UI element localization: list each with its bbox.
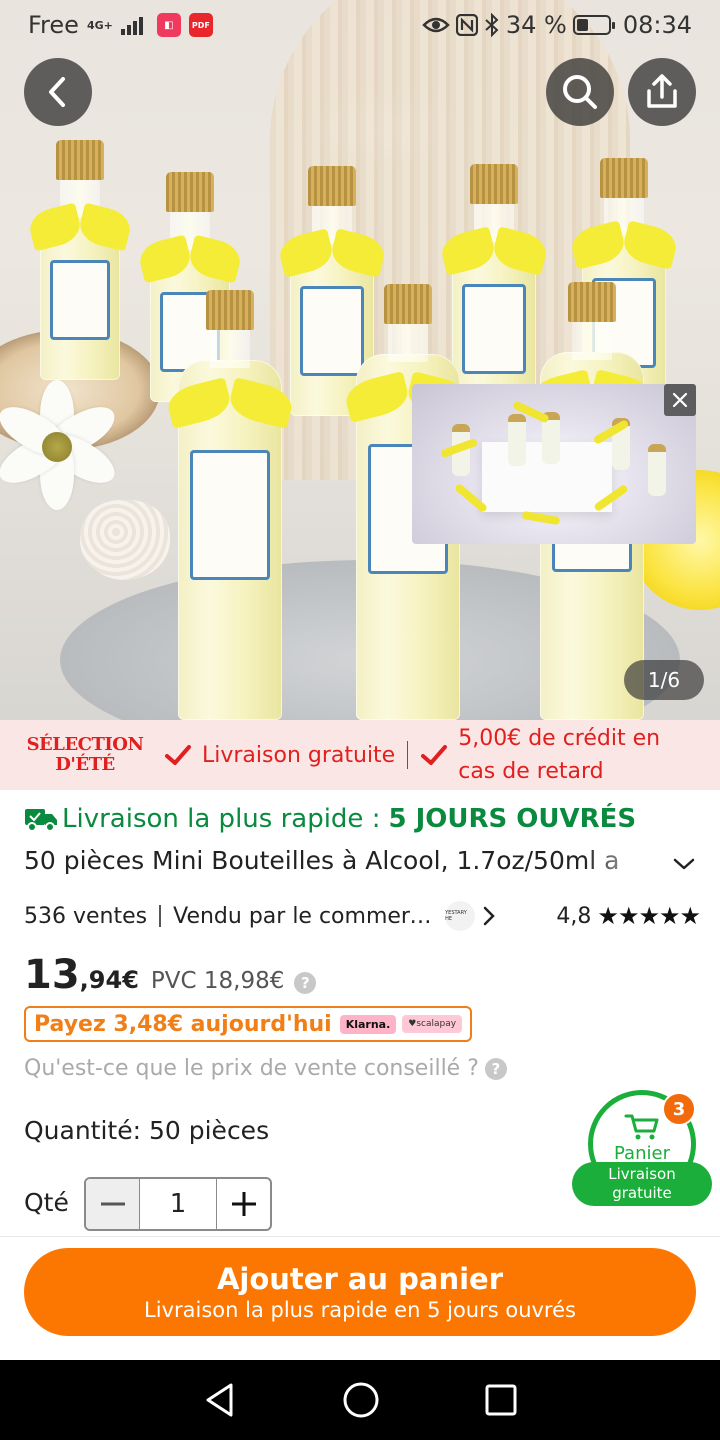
seller-logo[interactable]: YESTARY HE xyxy=(445,901,476,931)
seller-link[interactable]: Vendu par le commerç… xyxy=(173,904,443,929)
bottle xyxy=(178,290,282,720)
back-nav-icon[interactable] xyxy=(203,1382,237,1418)
sales-count: 536 ventes xyxy=(24,903,148,929)
free-delivery-label: Livraison gratuite xyxy=(202,742,396,768)
decrease-button[interactable] xyxy=(86,1179,140,1229)
clock: 08:34 xyxy=(622,11,692,39)
share-button[interactable] xyxy=(628,58,696,126)
status-bar: Free 4G+ ◧ PDF 34 % 08:34 xyxy=(0,0,720,50)
add-to-cart-label: Ajouter au panier xyxy=(216,1262,504,1296)
floating-cart[interactable]: Panier 3 Livraison gratuite xyxy=(572,1090,712,1210)
fastest-delivery: Livraison la plus rapide : 5 JOURS OUVRÉ… xyxy=(24,804,636,834)
video-preview[interactable] xyxy=(412,384,696,544)
home-nav-icon[interactable] xyxy=(342,1381,380,1419)
rrp-question-label: Qu'est-ce que le prix de vente conseillé… xyxy=(24,1056,479,1081)
add-to-cart-button[interactable]: Ajouter au panier Livraison la plus rapi… xyxy=(24,1248,696,1336)
heart-decor xyxy=(80,500,170,580)
scalapay-logo: ♥scalapay xyxy=(402,1015,463,1033)
bottle xyxy=(40,140,120,380)
close-icon xyxy=(672,392,688,408)
pdf-app-icon: PDF xyxy=(188,13,213,37)
quantity-value[interactable]: 1 xyxy=(140,1179,216,1229)
video-close-button[interactable] xyxy=(664,384,696,416)
divider xyxy=(407,741,409,769)
eye-icon xyxy=(422,17,450,33)
help-icon: ? xyxy=(484,1057,507,1080)
product-image[interactable] xyxy=(0,0,720,720)
rrp-info-link[interactable]: Qu'est-ce que le prix de vente conseillé… xyxy=(24,1056,507,1081)
product-meta: 536 ventes Vendu par le commerç… YESTARY… xyxy=(24,900,701,932)
battery-percent: 34 % xyxy=(505,11,567,39)
image-counter: 1/6 xyxy=(624,660,704,700)
installment-badge[interactable]: Payez 3,48€ aujourd'hui Klarna. ♥scalapa… xyxy=(24,1006,473,1042)
chevron-down-icon xyxy=(673,858,695,870)
delivery-value: 5 JOURS OUVRÉS xyxy=(388,804,637,834)
quantity-stepper[interactable]: 1 xyxy=(84,1177,272,1231)
cart-icon xyxy=(624,1114,659,1140)
chevron-left-icon xyxy=(49,77,65,107)
recommended-price: PVC 18,98€ xyxy=(150,968,285,994)
free-shipping-banner: Livraison gratuite xyxy=(572,1162,712,1206)
battery-icon xyxy=(572,15,615,35)
minus-icon xyxy=(100,1202,125,1206)
klarna-logo: Klarna. xyxy=(339,1014,397,1034)
divider xyxy=(0,1236,720,1237)
product-title[interactable]: 50 pièces Mini Bouteilles à Alcool, 1.7o… xyxy=(24,846,664,882)
delivery-label: Livraison la plus rapide : xyxy=(62,804,381,834)
late-credit-label: 5,00€ de crédit en cas de retard xyxy=(458,726,661,784)
system-navigation-bar xyxy=(0,1360,720,1440)
increase-button[interactable] xyxy=(216,1179,270,1229)
back-button[interactable] xyxy=(24,58,92,126)
expand-title-button[interactable] xyxy=(672,856,696,876)
truck-icon xyxy=(25,809,57,832)
cart-count-badge: 3 xyxy=(662,1092,696,1126)
plus-icon xyxy=(231,1192,256,1216)
qty-label: Qté xyxy=(24,1188,69,1217)
divider xyxy=(159,905,162,927)
search-icon xyxy=(563,75,597,109)
rating-value: 4,8 xyxy=(556,903,592,929)
star-icons: ★★★★★ xyxy=(597,902,701,930)
signal-icon xyxy=(120,17,143,35)
shopping-app-icon: ◧ xyxy=(156,13,181,37)
price: 13 ,94€ PVC 18,98€ ? xyxy=(24,952,317,998)
check-icon xyxy=(421,745,448,765)
price-integer: 13 xyxy=(24,952,80,998)
add-to-cart-sublabel: Livraison la plus rapide en 5 jours ouvr… xyxy=(144,1298,576,1322)
chevron-right-icon[interactable] xyxy=(481,905,497,927)
price-decimal: ,94€ xyxy=(79,966,139,994)
recents-nav-icon[interactable] xyxy=(485,1384,517,1416)
free-delivery-item: Livraison gratuite xyxy=(164,743,395,768)
promo-banner[interactable]: SÉLECTION D'ÉTÉ Livraison gratuite 5,00€… xyxy=(0,720,720,790)
flower-decor xyxy=(0,370,130,520)
network-label: 4G+ xyxy=(86,18,113,32)
late-credit-item: 5,00€ de crédit en cas de retard xyxy=(420,722,678,788)
search-button[interactable] xyxy=(546,58,614,126)
check-icon xyxy=(165,745,191,765)
bluetooth-icon xyxy=(485,13,499,37)
carrier-label: Free xyxy=(28,11,79,39)
rating[interactable]: 4,8 ★★★★★ xyxy=(556,902,701,930)
quantity-label: Quantité: 50 pièces xyxy=(24,1116,270,1145)
nfc-icon xyxy=(455,14,478,36)
cart-label: Panier xyxy=(614,1143,670,1164)
installment-label: Payez 3,48€ aujourd'hui xyxy=(34,1011,332,1037)
help-icon[interactable]: ? xyxy=(294,972,317,994)
share-icon xyxy=(647,74,677,108)
summer-selection-badge: SÉLECTION D'ÉTÉ xyxy=(26,734,144,775)
